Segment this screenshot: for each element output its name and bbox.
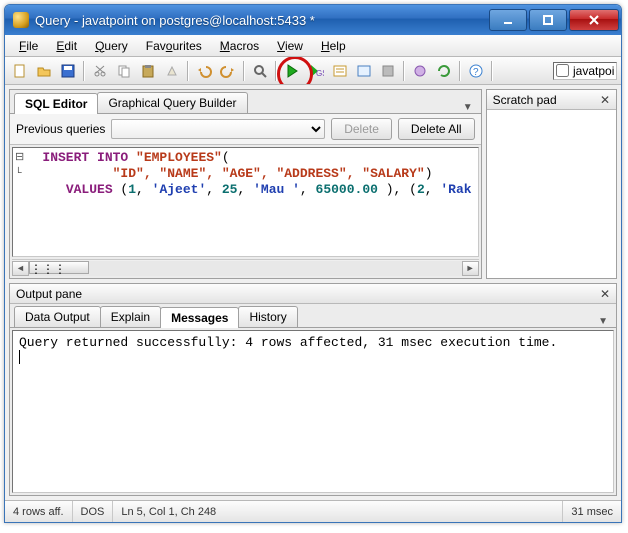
- menu-file[interactable]: File: [11, 37, 46, 55]
- editor-pane: SQL Editor Graphical Query Builder ▼ Pre…: [9, 89, 482, 279]
- toggle-icon[interactable]: [409, 60, 431, 82]
- tab-messages[interactable]: Messages: [160, 307, 239, 328]
- sql-editor-textarea[interactable]: ⊟└ INSERT INTO "EMPLOYEES"( "ID", "NAME"…: [12, 147, 479, 257]
- explain-icon[interactable]: [329, 60, 351, 82]
- explain-analyze-icon[interactable]: [353, 60, 375, 82]
- svg-text:GS: GS: [316, 69, 324, 78]
- toolbar: GS ? javatpoi: [5, 57, 621, 85]
- tab-history[interactable]: History: [238, 306, 297, 327]
- previous-queries-select[interactable]: [111, 119, 325, 139]
- menu-macros[interactable]: Macros: [212, 37, 267, 55]
- scratch-area[interactable]: [487, 110, 616, 278]
- app-window: Query - javatpoint on postgres@localhost…: [4, 4, 622, 523]
- menu-help[interactable]: Help: [313, 37, 354, 55]
- menu-edit[interactable]: Edit: [48, 37, 85, 55]
- open-icon[interactable]: [33, 60, 55, 82]
- minimize-button[interactable]: [489, 9, 527, 31]
- cut-icon[interactable]: [89, 60, 111, 82]
- tab-data-output[interactable]: Data Output: [14, 306, 101, 327]
- clear-icon[interactable]: [161, 60, 183, 82]
- undo-icon[interactable]: [193, 60, 215, 82]
- scroll-left-icon[interactable]: ◄: [12, 261, 29, 276]
- delete-button[interactable]: Delete: [331, 118, 392, 140]
- tab-graphical-query-builder[interactable]: Graphical Query Builder: [97, 92, 247, 113]
- tab-sql-editor[interactable]: SQL Editor: [14, 93, 98, 114]
- horizontal-scrollbar[interactable]: ◄ ⋮⋮⋮ ►: [12, 259, 479, 276]
- tab-explain[interactable]: Explain: [100, 306, 161, 327]
- database-selector[interactable]: javatpoi: [553, 62, 617, 80]
- db-label: javatpoi: [573, 64, 614, 78]
- scratch-pad-panel: Scratch pad ✕: [486, 89, 617, 279]
- output-pane: Output pane ✕ Data Output Explain Messag…: [9, 283, 617, 496]
- statusbar: 4 rows aff. DOS Ln 5, Col 1, Ch 248 31 m…: [5, 500, 621, 522]
- help-icon[interactable]: ?: [465, 60, 487, 82]
- collapse-icon[interactable]: ▼: [459, 102, 477, 113]
- messages-area[interactable]: Query returned successfully: 4 rows affe…: [12, 330, 614, 493]
- delete-all-button[interactable]: Delete All: [398, 118, 475, 140]
- status-time: 31 msec: [563, 501, 621, 522]
- scroll-thumb[interactable]: ⋮⋮⋮: [29, 261, 89, 274]
- titlebar[interactable]: Query - javatpoint on postgres@localhost…: [5, 5, 621, 35]
- svg-text:?: ?: [473, 67, 479, 78]
- status-mode: DOS: [73, 501, 114, 522]
- refresh-icon[interactable]: [433, 60, 455, 82]
- scratch-pad-title: Scratch pad: [493, 93, 557, 107]
- execute-pgscript-icon[interactable]: GS: [305, 60, 327, 82]
- app-icon: [13, 12, 29, 28]
- copy-icon[interactable]: [113, 60, 135, 82]
- output-collapse-icon[interactable]: ▼: [594, 316, 612, 327]
- execute-button[interactable]: [281, 60, 303, 82]
- new-icon[interactable]: [9, 60, 31, 82]
- scroll-right-icon[interactable]: ►: [462, 261, 479, 276]
- paste-icon[interactable]: [137, 60, 159, 82]
- db-checkbox[interactable]: [556, 64, 569, 77]
- output-pane-title: Output pane: [16, 287, 82, 301]
- menubar: File Edit Query Favourites Macros View H…: [5, 35, 621, 57]
- save-icon[interactable]: [57, 60, 79, 82]
- find-icon[interactable]: [249, 60, 271, 82]
- menu-favourites[interactable]: Favourites: [138, 37, 210, 55]
- output-close-icon[interactable]: ✕: [600, 287, 610, 301]
- scratch-close-icon[interactable]: ✕: [600, 93, 610, 107]
- status-position: Ln 5, Col 1, Ch 248: [113, 501, 563, 522]
- close-button[interactable]: [569, 9, 619, 31]
- status-rows: 4 rows aff.: [5, 501, 73, 522]
- redo-icon[interactable]: [217, 60, 239, 82]
- menu-view[interactable]: View: [269, 37, 311, 55]
- menu-query[interactable]: Query: [87, 37, 136, 55]
- maximize-button[interactable]: [529, 9, 567, 31]
- previous-queries-label: Previous queries: [16, 122, 105, 136]
- window-title: Query - javatpoint on postgres@localhost…: [35, 13, 489, 28]
- stop-icon[interactable]: [377, 60, 399, 82]
